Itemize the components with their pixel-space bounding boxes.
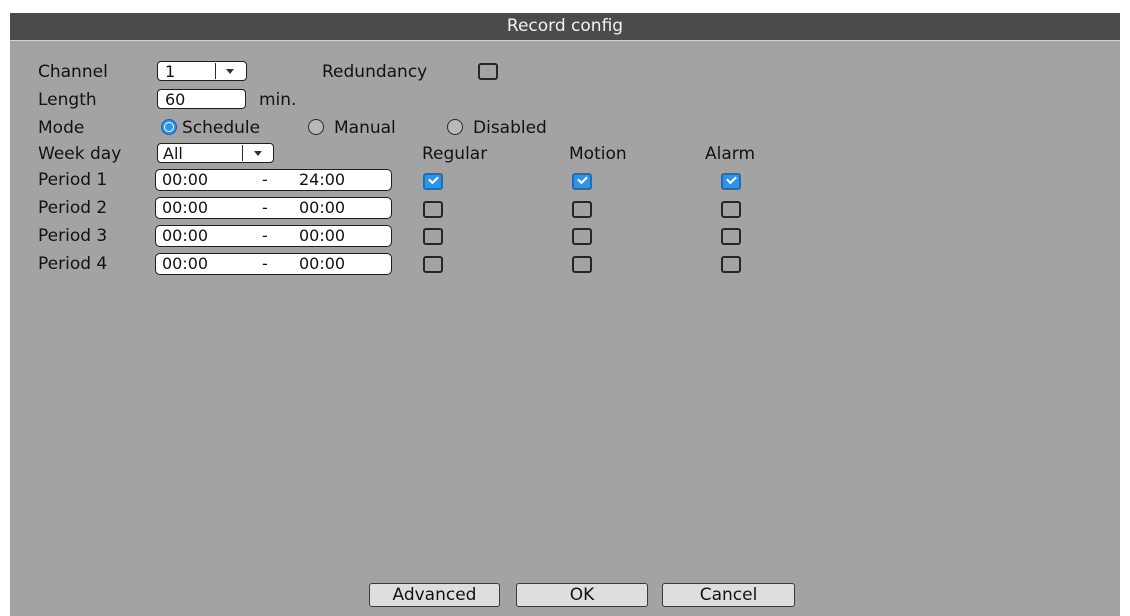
column-header-motion: Motion [569, 144, 627, 164]
period-alarm-checkbox[interactable] [721, 256, 741, 273]
redundancy-label: Redundancy [322, 62, 428, 82]
length-input[interactable]: 60 [157, 89, 246, 109]
weekday-label: Week day [38, 144, 122, 164]
dropdown-divider [215, 63, 216, 79]
period-regular-checkbox[interactable] [423, 256, 443, 273]
mode-disabled-radio[interactable] [447, 119, 463, 135]
length-value: 60 [165, 90, 186, 109]
redundancy-checkbox[interactable] [478, 63, 498, 80]
period-start-time: 00:00 [162, 254, 209, 273]
period-time-range-input[interactable]: 00:00 - 00:00 [155, 253, 392, 275]
advanced-button[interactable]: Advanced [369, 583, 500, 607]
mode-disabled-label: Disabled [473, 118, 547, 138]
period-separator: - [262, 198, 268, 217]
channel-label: Channel [38, 62, 108, 82]
cancel-button[interactable]: Cancel [662, 583, 795, 607]
dropdown-divider [242, 145, 243, 161]
mode-schedule-radio[interactable] [161, 119, 177, 135]
weekday-value: All [163, 144, 183, 163]
period-label: Period 3 [38, 226, 108, 246]
period-label: Period 2 [38, 198, 108, 218]
chevron-down-icon [226, 69, 234, 74]
period-motion-checkbox[interactable] [572, 228, 592, 245]
period-label: Period 1 [38, 170, 108, 190]
channel-value: 1 [165, 62, 176, 81]
length-label: Length [38, 90, 97, 110]
mode-manual-radio[interactable] [308, 119, 324, 135]
period-end-time: 00:00 [299, 254, 346, 273]
period-time-range-input[interactable]: 00:00 - 24:00 [155, 169, 392, 191]
period-start-time: 00:00 [162, 198, 209, 217]
period-motion-checkbox[interactable] [572, 173, 592, 190]
period-separator: - [262, 254, 268, 273]
period-end-time: 00:00 [299, 198, 346, 217]
period-label: Period 4 [38, 254, 108, 274]
record-config-dialog: Record config Channel 1 Redundancy Lengt… [10, 13, 1120, 616]
period-end-time: 24:00 [299, 170, 346, 189]
period-alarm-checkbox[interactable] [721, 201, 741, 218]
period-regular-checkbox[interactable] [423, 228, 443, 245]
period-time-range-input[interactable]: 00:00 - 00:00 [155, 197, 392, 219]
period-end-time: 00:00 [299, 226, 346, 245]
ok-button[interactable]: OK [516, 583, 648, 607]
mode-label: Mode [38, 118, 85, 138]
column-header-alarm: Alarm [705, 144, 756, 164]
dialog-title: Record config [10, 13, 1120, 41]
period-start-time: 00:00 [162, 226, 209, 245]
period-separator: - [262, 226, 268, 245]
period-start-time: 00:00 [162, 170, 209, 189]
period-separator: - [262, 170, 268, 189]
mode-manual-label: Manual [334, 118, 396, 138]
period-time-range-input[interactable]: 00:00 - 00:00 [155, 225, 392, 247]
period-alarm-checkbox[interactable] [721, 173, 741, 190]
period-regular-checkbox[interactable] [423, 173, 443, 190]
period-alarm-checkbox[interactable] [721, 228, 741, 245]
period-regular-checkbox[interactable] [423, 201, 443, 218]
column-header-regular: Regular [422, 144, 488, 164]
mode-schedule-label: Schedule [182, 118, 261, 138]
period-motion-checkbox[interactable] [572, 201, 592, 218]
length-unit: min. [259, 90, 297, 110]
chevron-down-icon [254, 151, 262, 156]
weekday-dropdown[interactable]: All [157, 143, 274, 163]
period-motion-checkbox[interactable] [572, 256, 592, 273]
channel-dropdown[interactable]: 1 [157, 61, 247, 81]
